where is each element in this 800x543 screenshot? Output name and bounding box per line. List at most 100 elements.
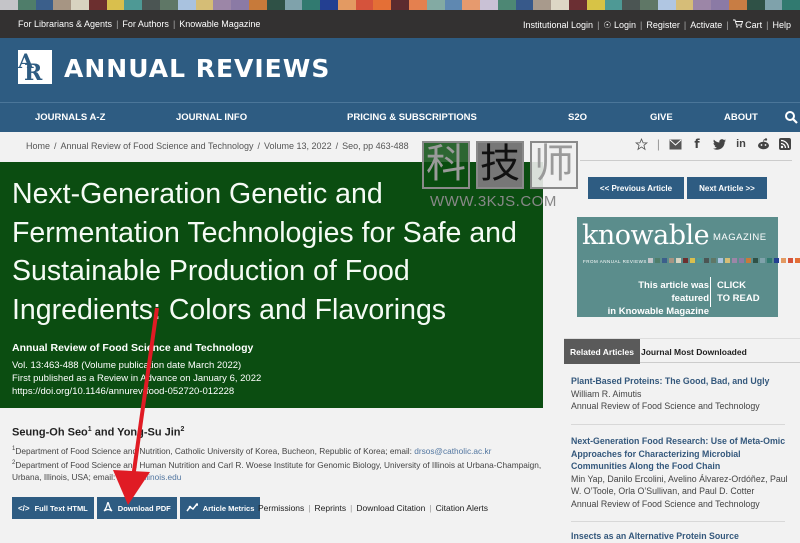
nav-s2o[interactable]: S2O: [568, 112, 587, 123]
permissions-link[interactable]: Permissions: [258, 503, 304, 513]
reprints-link[interactable]: Reprints: [315, 503, 347, 513]
mini-stripe-swatch: [711, 258, 716, 263]
related-article-journal: Annual Review of Food Science and Techno…: [571, 401, 760, 411]
stripe-swatch: [213, 0, 232, 10]
author-name[interactable]: Yong-Su Jin: [117, 427, 180, 439]
brand-color-stripe: [0, 0, 800, 10]
rss-icon[interactable]: [778, 137, 792, 151]
knowable-magazine-link[interactable]: Knowable Magazine: [179, 19, 260, 29]
stripe-swatch: [426, 0, 445, 10]
nav-pricing-subscriptions[interactable]: PRICING & SUBSCRIPTIONS: [347, 112, 477, 123]
related-article-title[interactable]: Next-Generation Food Research: Use of Me…: [571, 435, 796, 473]
utility-bar: For Librarians & Agents | For Authors | Know…: [0, 10, 800, 38]
mini-stripe-swatch: [669, 258, 674, 263]
for-authors-link[interactable]: For Authors: [122, 19, 169, 29]
mini-stripe-swatch: [655, 258, 660, 263]
published-line: First published as a Review in Advance o…: [12, 373, 262, 384]
breadcrumb-home[interactable]: Home: [26, 141, 50, 151]
stripe-swatch: [71, 0, 89, 10]
reddit-icon[interactable]: [756, 137, 770, 151]
star-icon[interactable]: [635, 137, 649, 151]
share-toolbar: | f in: [635, 137, 792, 151]
article-meta: Vol. 13:463-488 (Volume publication date…: [12, 359, 261, 398]
volume-line: Vol. 13:463-488 (Volume publication date…: [12, 360, 242, 371]
mini-stripe-swatch: [718, 258, 723, 263]
featured-line: This article was featured: [638, 280, 709, 304]
stripe-swatch: [124, 0, 143, 10]
featured-line: in Knowable Magazine: [607, 306, 709, 317]
linkedin-icon[interactable]: in: [734, 137, 748, 151]
stripe-swatch: [355, 0, 374, 10]
related-article-authors: William R. Aimutis: [571, 388, 642, 399]
activate-link[interactable]: Activate: [690, 20, 722, 30]
site-header: A R ANNUAL REVIEWS: [0, 38, 800, 102]
breadcrumb-journal[interactable]: Annual Review of Food Science and Techno…: [61, 141, 254, 151]
tab-journal-most-downloaded[interactable]: Journal Most Downloaded: [635, 339, 753, 364]
download-citation-link[interactable]: Download Citation: [356, 503, 425, 513]
full-text-html-label: Full Text HTML: [34, 503, 88, 513]
affiliation-email[interactable]: ysjin@illinois.edu: [118, 472, 182, 482]
annual-reviews-logo[interactable]: A R: [18, 49, 52, 86]
next-article-button[interactable]: Next Article >>: [687, 177, 767, 199]
register-link[interactable]: Register: [646, 20, 680, 30]
citation-alerts-link[interactable]: Citation Alerts: [436, 503, 488, 513]
related-article-title[interactable]: Plant-Based Proteins: The Good, Bad, and…: [571, 375, 796, 388]
cart-link[interactable]: Cart: [745, 20, 762, 30]
email-icon[interactable]: [668, 137, 682, 151]
main-nav: JOURNALS A-Z JOURNAL INFO PRICING & SUBS…: [0, 102, 800, 132]
mini-stripe-swatch: [746, 258, 751, 263]
doi-link[interactable]: https://doi.org/10.1146/annurev-food-052…: [12, 385, 261, 398]
stripe-swatch: [675, 0, 694, 10]
stripe-swatch: [515, 0, 534, 10]
institutional-login-link[interactable]: Institutional Login: [523, 20, 593, 30]
article-metrics-button[interactable]: Article Metrics: [179, 497, 261, 519]
article-authors: Seung-Oh Seo1 and Yong-Su Jin2: [12, 426, 184, 439]
stripe-swatch: [142, 0, 161, 10]
cta-line: TO READ: [717, 293, 760, 304]
knowable-from-label: FROM ANNUAL REVIEWS: [583, 259, 647, 264]
stripe-swatch: [622, 0, 641, 10]
brand-name[interactable]: ANNUAL REVIEWS: [64, 54, 330, 83]
stripe-swatch: [284, 0, 303, 10]
nav-journal-info[interactable]: JOURNAL INFO: [176, 112, 247, 123]
affiliation-text: Department of Food Science and Nutrition…: [15, 445, 415, 456]
stripe-swatch: [693, 0, 712, 10]
author-name[interactable]: Seung-Oh Seo: [12, 427, 88, 439]
download-pdf-button[interactable]: Download PDF: [96, 497, 177, 519]
nav-journals-a-z[interactable]: JOURNALS A-Z: [35, 112, 105, 123]
related-article-journal: Annual Review of Food Science and Techno…: [571, 498, 760, 509]
affiliation-item: 2Department of Food Science and Human Nu…: [12, 457, 542, 483]
related-article-title[interactable]: Insects as an Alternative Protein Source: [571, 530, 796, 543]
search-icon[interactable]: [784, 110, 798, 124]
login-link[interactable]: Login: [614, 20, 636, 30]
nav-about[interactable]: ABOUT: [724, 112, 758, 123]
stripe-swatch: [195, 0, 214, 10]
full-text-html-button[interactable]: </> Full Text HTML: [12, 497, 94, 519]
journal-name[interactable]: Annual Review of Food Science and Techno…: [12, 342, 253, 354]
breadcrumb-volume[interactable]: Volume 13, 2022: [264, 141, 332, 151]
stripe-swatch: [764, 0, 783, 10]
stripe-swatch: [444, 0, 463, 10]
stripe-swatch: [17, 0, 36, 10]
help-link[interactable]: Help: [772, 20, 791, 30]
stripe-swatch: [266, 0, 285, 10]
facebook-icon[interactable]: f: [690, 137, 704, 151]
cta-line: CLICK: [717, 280, 747, 291]
stripe-swatch: [408, 0, 427, 10]
mini-stripe-swatch: [760, 258, 765, 263]
knowable-magazine-banner[interactable]: knowable MAGAZINE FROM ANNUAL REVIEWS Th…: [577, 217, 800, 317]
affiliation-email[interactable]: drsos@catholic.ac.kr: [414, 446, 491, 456]
previous-article-button[interactable]: << Previous Article: [588, 177, 684, 199]
twitter-icon[interactable]: [712, 137, 726, 151]
mini-stripe-swatch: [739, 258, 744, 263]
mini-stripe-swatch: [767, 258, 772, 263]
nav-give[interactable]: GIVE: [650, 112, 673, 123]
affiliations: 1Department of Food Science and Nutritio…: [12, 443, 542, 483]
tab-related-articles[interactable]: Related Articles: [564, 339, 640, 364]
knowable-cta[interactable]: CLICK TO READ: [717, 279, 760, 305]
stripe-swatch: [533, 0, 552, 10]
stripe-swatch: [373, 0, 392, 10]
related-article-item: Plant-Based Proteins: The Good, Bad, and…: [571, 375, 796, 413]
for-librarians-link[interactable]: For Librarians & Agents: [18, 19, 112, 29]
utility-left-links: For Librarians & Agents | For Authors | Know…: [18, 19, 261, 29]
